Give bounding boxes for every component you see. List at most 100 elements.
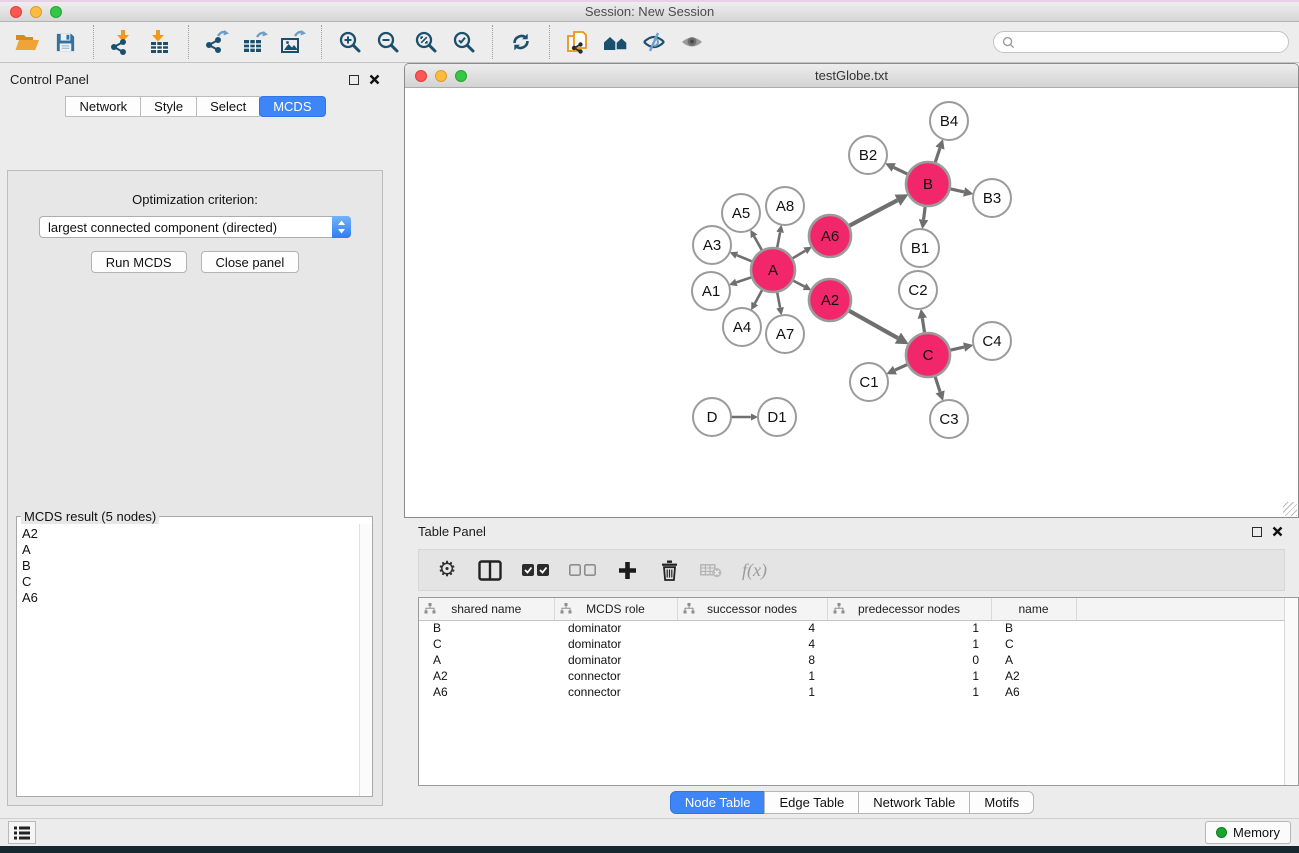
table-cell[interactable]: A2 [419,668,554,684]
resize-grip-icon[interactable] [1283,502,1297,516]
import-table-icon[interactable] [144,25,176,59]
graph-node-B[interactable]: B [906,162,950,206]
function-builder-icon[interactable]: f(x) [742,560,767,581]
close-panel-button[interactable]: Close panel [201,251,300,273]
graph-edge-B-B4[interactable] [935,148,940,163]
zoom-in-icon[interactable] [334,25,366,59]
graph-edge-A-A5[interactable] [754,236,762,250]
column-header-mcds-role[interactable]: MCDS role [554,598,677,620]
tab-edge-table[interactable]: Edge Table [764,791,859,814]
delete-table-icon[interactable] [700,563,722,578]
table-cell[interactable]: 1 [677,684,827,700]
table-cell[interactable]: dominator [554,652,677,668]
deselect-all-icon[interactable] [569,564,596,576]
tab-select[interactable]: Select [196,96,260,117]
copy-network-icon[interactable] [562,25,594,59]
open-folder-icon[interactable] [11,25,43,59]
table-cell[interactable]: C [991,636,1076,652]
table-cell[interactable]: connector [554,684,677,700]
table-cell[interactable]: 4 [677,636,827,652]
column-icon[interactable] [478,560,502,581]
tab-motifs[interactable]: Motifs [969,791,1034,814]
tab-network[interactable]: Network [65,96,141,117]
table-cell[interactable]: 1 [827,684,991,700]
mcds-result-item[interactable]: A [18,542,371,558]
graph-node-A7[interactable]: A7 [766,315,804,353]
column-header-successor-nodes[interactable]: successor nodes [677,598,827,620]
table-cell[interactable]: C [419,636,554,652]
zoom-fit-icon[interactable] [410,25,442,59]
column-header-shared-name[interactable]: shared name [419,598,554,620]
graph-edge-A-A4[interactable] [755,289,763,303]
graph-edge-A-A2[interactable] [792,280,804,286]
table-cell[interactable]: 1 [827,668,991,684]
column-header-predecessor-nodes[interactable]: predecessor nodes [827,598,991,620]
graph-edge-A2-C[interactable] [848,310,898,338]
select-all-icon[interactable] [522,564,549,576]
float-table-panel-icon[interactable] [1252,527,1262,537]
graph-edge-C-C4[interactable] [949,347,964,350]
graph-edge-A-A1[interactable] [736,277,752,282]
graph-node-A[interactable]: A [751,248,795,292]
graph-node-A3[interactable]: A3 [693,226,731,264]
memory-button[interactable]: Memory [1205,821,1291,844]
table-cell[interactable]: B [419,620,554,636]
save-icon[interactable] [49,25,81,59]
graph-node-B1[interactable]: B1 [901,229,939,267]
table-cell[interactable]: dominator [554,636,677,652]
run-mcds-button[interactable]: Run MCDS [91,251,187,273]
graph-node-A6[interactable]: A6 [809,215,851,257]
export-network-icon[interactable] [201,25,233,59]
table-cell[interactable]: connector [554,668,677,684]
table-cell[interactable]: 1 [827,620,991,636]
graph-edge-C-C1[interactable] [895,364,908,370]
table-scrollbar[interactable] [1284,598,1298,785]
graph-node-A8[interactable]: A8 [766,187,804,225]
graph-edge-B-B2[interactable] [894,167,908,174]
criterion-dropdown[interactable]: largest connected component (directed) [39,216,351,238]
graph-node-A2[interactable]: A2 [809,279,851,321]
import-network-icon[interactable] [106,25,138,59]
table-cell[interactable]: A6 [419,684,554,700]
zoom-out-icon[interactable] [372,25,404,59]
graph-node-B3[interactable]: B3 [973,179,1011,217]
table-cell[interactable]: A2 [991,668,1076,684]
table-cell[interactable]: A6 [991,684,1076,700]
graph-node-C2[interactable]: C2 [899,271,937,309]
graph-node-A4[interactable]: A4 [723,308,761,346]
export-image-icon[interactable] [277,25,309,59]
tab-node-table[interactable]: Node Table [670,791,766,814]
graph-node-B2[interactable]: B2 [849,136,887,174]
search-field[interactable] [993,31,1289,53]
table-cell[interactable]: A [991,652,1076,668]
graph-node-C1[interactable]: C1 [850,363,888,401]
table-cell[interactable]: 1 [677,668,827,684]
mcds-result-item[interactable]: C [18,574,371,590]
tab-style[interactable]: Style [140,96,197,117]
mcds-result-list[interactable]: A2ABCA6 [18,526,371,795]
graph-edge-A-A6[interactable] [792,251,805,259]
graph-node-C3[interactable]: C3 [930,400,968,438]
graph-node-D[interactable]: D [693,398,731,436]
close-table-panel-icon[interactable] [1272,526,1283,537]
export-table-icon[interactable] [239,25,271,59]
table-cell[interactable]: A [419,652,554,668]
settings-gear-icon[interactable]: ⚙ [436,560,458,580]
mcds-result-item[interactable]: B [18,558,371,574]
graph-edge-A-A8[interactable] [777,232,780,248]
graph-edge-A6-B[interactable] [849,200,898,226]
network-canvas[interactable]: AA1A2A3A4A5A6A7A8BB1B2B3B4CC1C2C3C4DD1 [405,88,1298,517]
refresh-icon[interactable] [505,25,537,59]
graph-node-B4[interactable]: B4 [930,102,968,140]
panel-menu-button[interactable] [8,821,36,844]
graph-edge-B-B1[interactable] [924,206,926,220]
mcds-list-scrollbar[interactable] [359,524,372,796]
table-cell[interactable]: dominator [554,620,677,636]
float-panel-icon[interactable] [349,75,359,85]
mcds-result-item[interactable]: A6 [18,590,371,606]
zoom-selected-icon[interactable] [448,25,480,59]
graph-edge-B-B3[interactable] [949,189,964,192]
mcds-result-item[interactable]: A2 [18,526,371,542]
delete-trash-icon[interactable] [658,560,680,581]
table-cell[interactable]: 1 [827,636,991,652]
